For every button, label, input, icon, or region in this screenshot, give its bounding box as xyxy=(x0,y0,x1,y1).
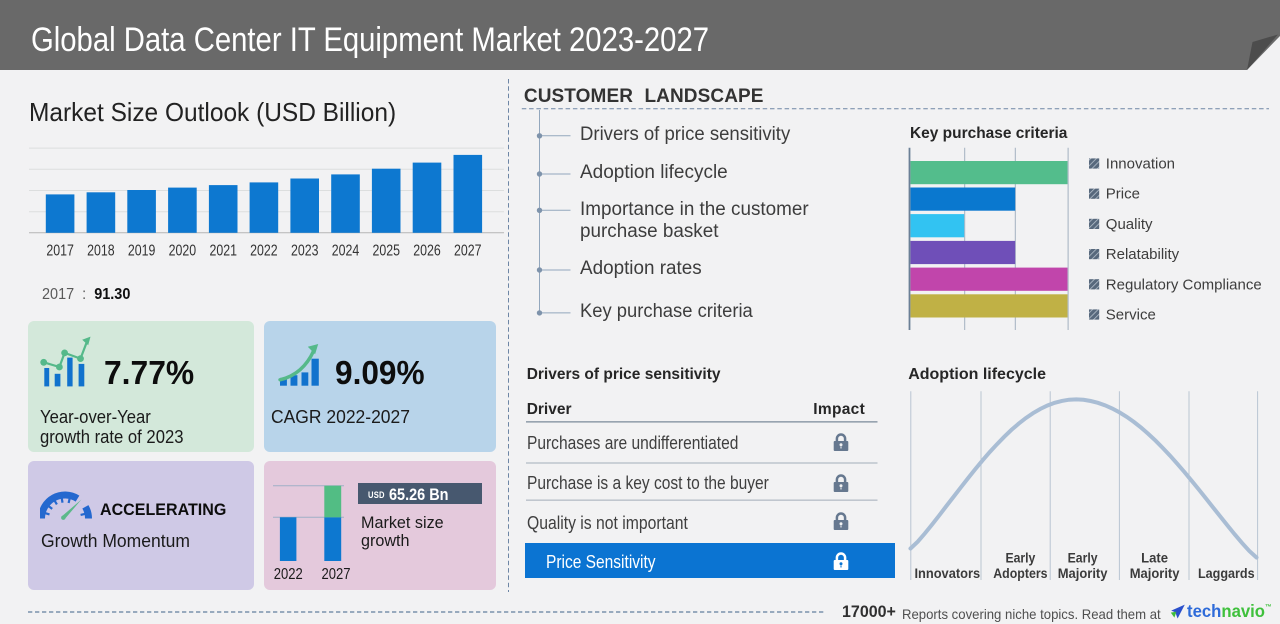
svg-text:Innovation: Innovation xyxy=(1106,156,1175,173)
svg-text:Price: Price xyxy=(1106,186,1140,203)
svg-text:Innovators: Innovators xyxy=(914,566,980,581)
svg-text:Early: Early xyxy=(1068,550,1098,565)
svg-text:Service: Service xyxy=(1106,307,1156,324)
svg-text:Majority: Majority xyxy=(1130,566,1180,581)
svg-text:Quality: Quality xyxy=(1106,216,1153,233)
svg-text:Regulatory Compliance: Regulatory Compliance xyxy=(1106,276,1262,293)
svg-text:Relatability: Relatability xyxy=(1106,246,1180,263)
svg-text:Majority: Majority xyxy=(1058,566,1108,581)
svg-text:Adopters: Adopters xyxy=(993,566,1047,581)
svg-text:Laggards: Laggards xyxy=(1198,566,1255,581)
svg-text:Late: Late xyxy=(1141,550,1168,565)
svg-text:Early: Early xyxy=(1005,550,1035,565)
